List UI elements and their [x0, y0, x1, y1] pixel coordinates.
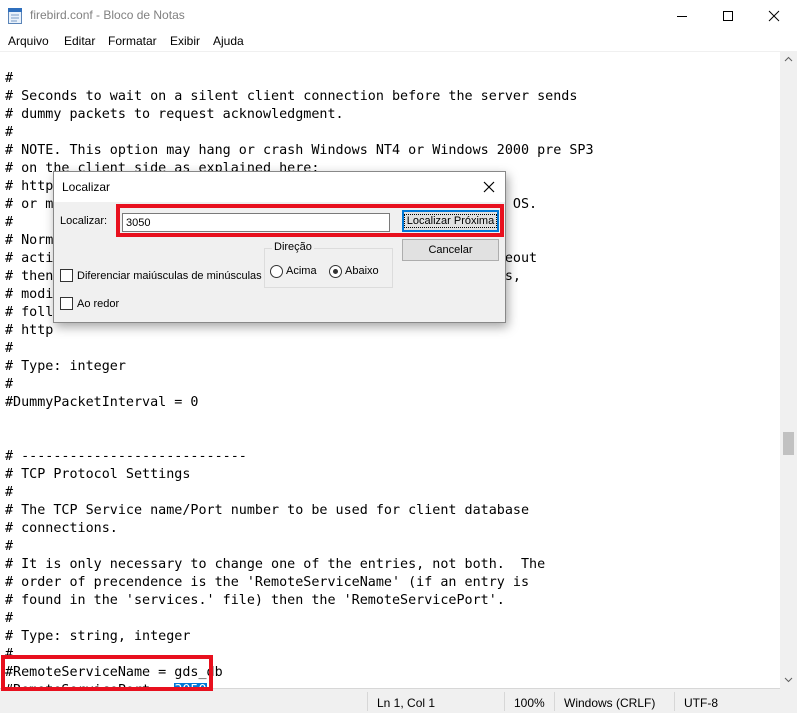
scrollbar-corner	[780, 688, 797, 713]
status-separator	[674, 692, 675, 711]
status-encoding: UTF-8	[684, 696, 718, 710]
find-label: Localizar:	[60, 215, 108, 227]
code-line: # Seconds to wait on a silent client con…	[5, 89, 578, 104]
window-title: firebird.conf - Bloco de Notas	[30, 8, 185, 22]
maximize-icon	[723, 11, 733, 21]
wrap-around-checkbox[interactable]	[60, 297, 73, 310]
status-line-ending: Windows (CRLF)	[564, 696, 656, 710]
match-case-checkbox[interactable]	[60, 269, 73, 282]
minimize-button[interactable]	[659, 0, 705, 31]
code-line: #	[5, 377, 14, 392]
editor-content[interactable]: # # Seconds to wait on a silent client co…	[5, 70, 594, 688]
code-line: # It is only necessary to change one of …	[5, 557, 546, 572]
highlight-remote-service-port	[1, 655, 213, 691]
code-line: # TCP Protocol Settings	[5, 467, 191, 482]
status-position: Ln 1, Col 1	[377, 696, 436, 710]
menu-exibir[interactable]: Exibir	[170, 34, 200, 48]
minimize-icon	[677, 16, 687, 17]
notepad-icon	[8, 8, 22, 24]
title-bar: firebird.conf - Bloco de Notas	[0, 0, 797, 31]
radio-down-label[interactable]: Abaixo	[345, 265, 379, 277]
dialog-title-bar[interactable]: Localizar	[54, 172, 505, 202]
code-line: # http	[5, 323, 54, 338]
status-separator	[367, 692, 368, 711]
code-line: #	[5, 485, 14, 500]
code-line: #	[5, 611, 14, 626]
code-line: # The TCP Service name/Port number to be…	[5, 503, 530, 518]
find-dialog: Localizar Localizar: Localizar Próxima C…	[53, 171, 506, 323]
maximize-button[interactable]	[705, 0, 751, 31]
scrollbar-thumb[interactable]	[783, 432, 794, 455]
code-line: # connections.	[5, 521, 118, 536]
code-line: # order of precendence is the 'RemoteSer…	[5, 575, 530, 590]
code-line: #	[5, 539, 14, 554]
code-line: #	[5, 341, 14, 356]
dialog-close-button[interactable]	[481, 179, 497, 195]
direction-label: Direção	[272, 241, 314, 253]
radio-up[interactable]	[270, 265, 283, 278]
scroll-down-arrow-icon	[784, 677, 793, 683]
code-line: # NOTE. This option may hang or crash Wi…	[5, 143, 594, 158]
wrap-around-label[interactable]: Ao redor	[77, 298, 119, 310]
menu-editar[interactable]: Editar	[64, 34, 95, 48]
vertical-scrollbar[interactable]	[780, 51, 797, 688]
code-line: #	[5, 71, 14, 86]
highlight-find-box	[116, 204, 504, 237]
code-line: #	[5, 125, 14, 140]
status-separator	[554, 692, 555, 711]
code-line: # ----------------------------	[5, 449, 247, 464]
dialog-title: Localizar	[62, 180, 111, 194]
close-icon	[768, 10, 780, 22]
close-button[interactable]	[751, 0, 797, 31]
menu-bar: Arquivo Editar Formatar Exibir Ajuda	[0, 31, 797, 51]
status-bar: Ln 1, Col 1 100% Windows (CRLF) UTF-8	[0, 688, 780, 713]
scroll-up-arrow-icon	[784, 56, 793, 62]
scroll-down-button[interactable]	[780, 671, 797, 688]
status-separator	[504, 692, 505, 711]
menu-ajuda[interactable]: Ajuda	[213, 34, 244, 48]
radio-up-label[interactable]: Acima	[286, 265, 317, 277]
scroll-up-button[interactable]	[780, 51, 797, 68]
code-line: # dummy packets to request acknowledgmen…	[5, 107, 344, 122]
direction-group: Direção Acima Abaixo	[264, 241, 393, 288]
radio-down[interactable]	[329, 265, 342, 278]
close-icon	[483, 181, 495, 193]
radio-selected-dot	[333, 269, 338, 274]
code-line: # found in the 'services.' file) then th…	[5, 593, 505, 608]
code-line: # Type: integer	[5, 359, 126, 374]
code-line: # Type: string, integer	[5, 629, 191, 644]
code-line: #DummyPacketInterval = 0	[5, 395, 199, 410]
menu-formatar[interactable]: Formatar	[108, 34, 157, 48]
menu-arquivo[interactable]: Arquivo	[8, 34, 49, 48]
cancel-button[interactable]: Cancelar	[402, 239, 499, 261]
status-zoom: 100%	[514, 696, 545, 710]
match-case-label[interactable]: Diferenciar maiúsculas de minúsculas	[77, 270, 262, 282]
text-editor[interactable]: # # Seconds to wait on a silent client co…	[0, 51, 780, 688]
